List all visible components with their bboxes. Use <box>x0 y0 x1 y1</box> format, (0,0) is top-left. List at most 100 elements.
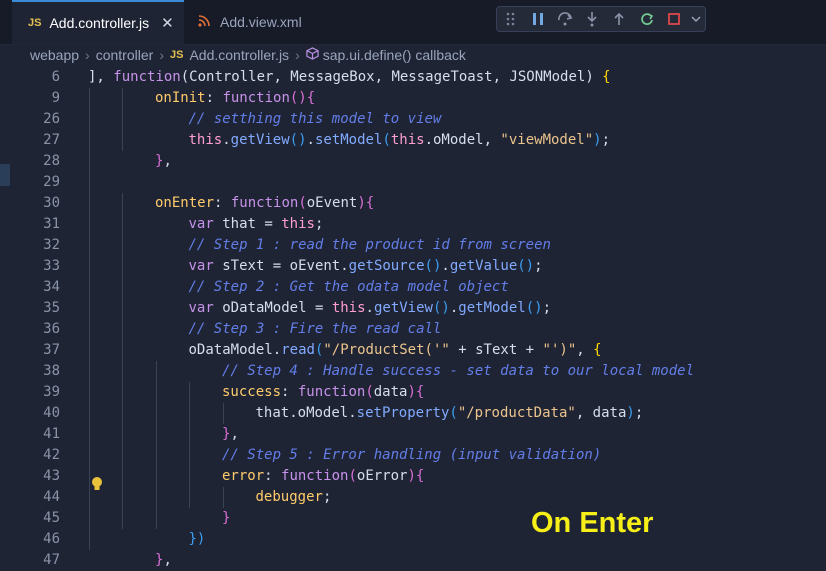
tab-add-controller[interactable]: JS Add.controller.js ✕ <box>12 0 184 44</box>
code-line[interactable]: 33 var sText = oEvent.getSource().getValu… <box>0 256 826 277</box>
code-token: function <box>230 195 299 211</box>
breadcrumb-item-symbol[interactable]: sap.ui.define() callback <box>323 47 466 63</box>
code-text: }, <box>155 151 172 172</box>
code-text: } <box>222 508 230 529</box>
pause-icon[interactable] <box>524 7 551 31</box>
code-token: ; <box>634 405 644 421</box>
close-icon[interactable]: ✕ <box>161 14 174 32</box>
code-token: getView <box>373 300 433 316</box>
breadcrumb-item-controller[interactable]: controller <box>96 47 154 63</box>
code-editor[interactable]: 6], function(Controller, MessageBox, Mes… <box>0 66 826 568</box>
breadcrumb-item-webapp[interactable]: webapp <box>30 47 79 63</box>
code-text: success: function(data){ <box>222 382 424 403</box>
code-token: ( <box>365 384 374 400</box>
line-number: 27 <box>43 132 60 148</box>
code-line[interactable]: 38 // Step 4 : Handle success - set data … <box>0 361 826 382</box>
step-into-icon[interactable] <box>579 7 606 31</box>
chevron-down-icon[interactable] <box>688 7 706 31</box>
code-token: function <box>281 468 349 484</box>
code-text: // Step 1 : read the product id from scr… <box>189 235 551 256</box>
line-number: 33 <box>43 258 60 274</box>
line-number: 32 <box>43 237 60 253</box>
code-text: // Step 3 : Fire the read call <box>189 319 442 340</box>
code-token: // Step 2 : Get the odata model object <box>188 279 509 295</box>
stop-icon[interactable] <box>660 7 687 31</box>
code-line[interactable]: 46}) <box>0 529 826 550</box>
indent-guide <box>223 487 224 508</box>
code-token: function <box>297 384 366 400</box>
code-token: "/ProductSet('" <box>323 342 450 358</box>
step-over-icon[interactable] <box>551 7 578 31</box>
code-token: // Step 3 : Fire the read call <box>188 321 442 337</box>
tab-bar: JS Add.controller.js ✕ Add.view.xml <box>0 0 826 45</box>
line-number: 31 <box>43 216 60 232</box>
breadcrumb-item-file[interactable]: Add.controller.js <box>189 47 289 63</box>
code-token: { <box>415 384 425 400</box>
code-line[interactable]: 44 debugger; <box>0 487 826 508</box>
lightbulb-icon[interactable] <box>90 476 104 496</box>
drag-handle-icon[interactable] <box>497 7 524 31</box>
code-token: oEvent <box>306 195 358 211</box>
chevron-right-icon: › <box>85 47 90 63</box>
code-line[interactable]: 45} <box>0 508 826 529</box>
code-token: ) <box>626 405 635 421</box>
code-token: setProperty <box>356 405 450 421</box>
code-token: ], <box>88 69 114 85</box>
code-token: ) <box>407 468 416 484</box>
code-line[interactable]: 34 // Step 2 : Get the odata model object <box>0 277 826 298</box>
code-token: this <box>188 132 223 148</box>
code-token: // Step 5 : Error handling (input valida… <box>222 447 602 463</box>
code-token: () <box>289 132 307 148</box>
code-line[interactable]: 36 // Step 3 : Fire the read call <box>0 319 826 340</box>
code-text: error: function(oError){ <box>222 466 424 487</box>
code-token: // setthing this model to view <box>188 111 442 127</box>
code-token: success <box>222 384 282 400</box>
code-line[interactable]: 40 that.oModel.setProperty("/productData"… <box>0 403 826 424</box>
code-text: var that = this; <box>189 214 324 235</box>
code-token: function <box>113 69 181 85</box>
rss-xml-icon <box>198 14 210 30</box>
code-token: function <box>222 90 290 106</box>
code-line[interactable]: 28}, <box>0 151 826 172</box>
code-token: : <box>264 468 282 484</box>
code-token: . <box>306 132 315 148</box>
code-text: this.getView().setModel(this.oModel, "vi… <box>189 130 611 151</box>
code-line[interactable]: 31 var that = this; <box>0 214 826 235</box>
line-number: 40 <box>43 405 60 421</box>
code-token: ; <box>314 216 324 232</box>
code-line[interactable]: 35 var oDataModel = this.getView().getMod… <box>0 298 826 319</box>
code-token: getModel <box>458 300 526 316</box>
code-line[interactable]: 27 this.getView().setModel(this.oModel, "… <box>0 130 826 151</box>
line-number: 36 <box>43 321 60 337</box>
chevron-right-icon: › <box>295 47 300 63</box>
code-token: ( <box>382 132 391 148</box>
code-line[interactable]: 37 oDataModel.read("/ProductSet('" + sTex… <box>0 340 826 361</box>
code-line[interactable]: 39 success: function(data){ <box>0 382 826 403</box>
code-token: , <box>163 153 172 169</box>
code-token: onEnter <box>155 195 215 211</box>
code-line[interactable]: 26 // setthing this model to view <box>0 109 826 130</box>
code-line[interactable]: 6], function(Controller, MessageBox, Mes… <box>0 67 826 88</box>
code-token: getSource <box>348 258 425 274</box>
code-token: oDataModel. <box>188 342 282 358</box>
restart-icon[interactable] <box>633 7 660 31</box>
code-line[interactable]: 43 error: function(oError){ <box>0 466 826 487</box>
code-token: that.oModel. <box>255 405 357 421</box>
step-out-icon[interactable] <box>606 7 633 31</box>
indent-guide <box>189 382 190 508</box>
code-line[interactable]: 42 // Step 5 : Error handling (input vali… <box>0 445 826 466</box>
code-line[interactable]: 9 onInit: function(){ <box>0 88 826 109</box>
code-token: () <box>517 258 535 274</box>
tab-add-view[interactable]: Add.view.xml <box>184 0 318 44</box>
code-line[interactable]: 30 onEnter: function(oEvent){ <box>0 193 826 214</box>
code-line[interactable]: 41}, <box>0 424 826 445</box>
line-number: 34 <box>43 279 60 295</box>
code-line[interactable]: 29 <box>0 172 826 193</box>
code-text: ], function(Controller, MessageBox, Mess… <box>88 67 611 88</box>
code-token: { <box>602 69 611 85</box>
code-token: // Step 1 : read the product id from scr… <box>188 237 551 253</box>
code-line[interactable]: 32 // Step 1 : read the product id from s… <box>0 235 826 256</box>
code-token: } <box>222 510 231 526</box>
line-number: 26 <box>43 111 60 127</box>
code-text: onInit: function(){ <box>155 88 315 109</box>
